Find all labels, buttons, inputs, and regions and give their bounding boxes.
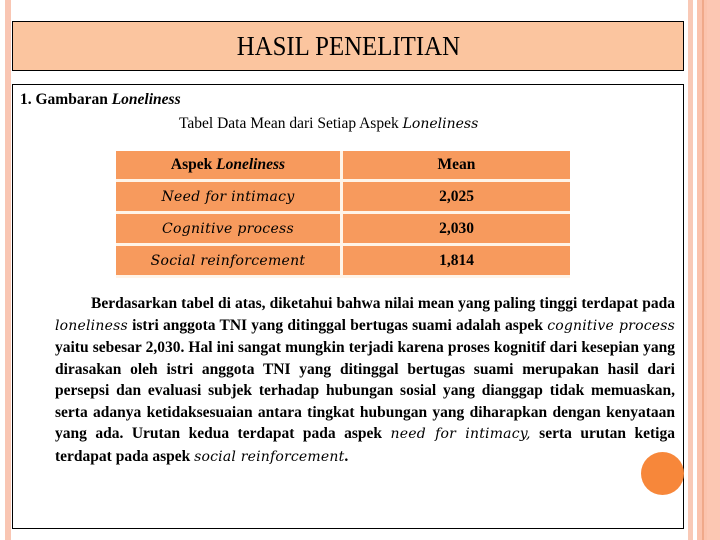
table-header-row: Aspek Loneliness Mean [116, 151, 570, 182]
cell-aspek: Cognitive process [116, 214, 343, 246]
paragraph-italic: need for intimacy, [390, 426, 531, 442]
paragraph-italic: social reinforcement [194, 448, 345, 465]
paragraph-italic: loneliness [55, 317, 128, 334]
table-row: Social reinforcement 1,814 [116, 246, 570, 278]
paragraph-text: Berdasarkan tabel di atas, diketahui bah… [91, 295, 675, 312]
cell-mean: 2,025 [343, 182, 570, 214]
body-paragraph: Berdasarkan tabel di atas, diketahui bah… [55, 293, 675, 468]
section-heading-italic: Loneliness [111, 91, 181, 108]
cell-aspek: Social reinforcement [116, 246, 343, 278]
header-mean: Mean [343, 151, 570, 182]
cell-aspek: Need for intimacy [116, 182, 343, 214]
right-decorative-stripe [702, 0, 704, 540]
header-aspek-italic: Loneliness [216, 156, 286, 173]
cell-mean: 1,814 [343, 246, 570, 278]
right-decorative-stripe [688, 0, 693, 540]
paragraph-text: istri anggota TNI yang ditinggal bertuga… [127, 316, 548, 334]
table-row: Cognitive process 2,030 [116, 214, 570, 246]
right-decorative-stripe [707, 0, 720, 540]
header-aspek: Aspek Loneliness [116, 151, 343, 182]
section-heading: 1. Gambaran Loneliness [20, 91, 181, 109]
paragraph-text: . [344, 447, 349, 465]
table-caption-italic: Loneliness [402, 116, 479, 132]
cell-mean: 2,030 [343, 214, 570, 246]
table-caption: Tabel Data Mean dari Setiap Aspek Loneli… [179, 115, 478, 133]
header-aspek-prefix: Aspek [170, 156, 217, 173]
left-decorative-stripe [5, 0, 11, 540]
section-heading-prefix: 1. Gambaran [20, 91, 112, 108]
content-box: 1. Gambaran Loneliness Tabel Data Mean d… [12, 84, 684, 529]
table-caption-prefix: Tabel Data Mean dari Setiap Aspek [179, 115, 403, 132]
slide-title: HASIL PENELITIAN [236, 30, 460, 61]
table-row: Need for intimacy 2,025 [116, 182, 570, 214]
slide-title-box: HASIL PENELITIAN [12, 21, 684, 71]
mean-table: Aspek Loneliness Mean Need for intimacy … [116, 151, 570, 278]
decorative-orange-dot [641, 452, 684, 495]
paragraph-italic: cognitive process [547, 317, 676, 334]
